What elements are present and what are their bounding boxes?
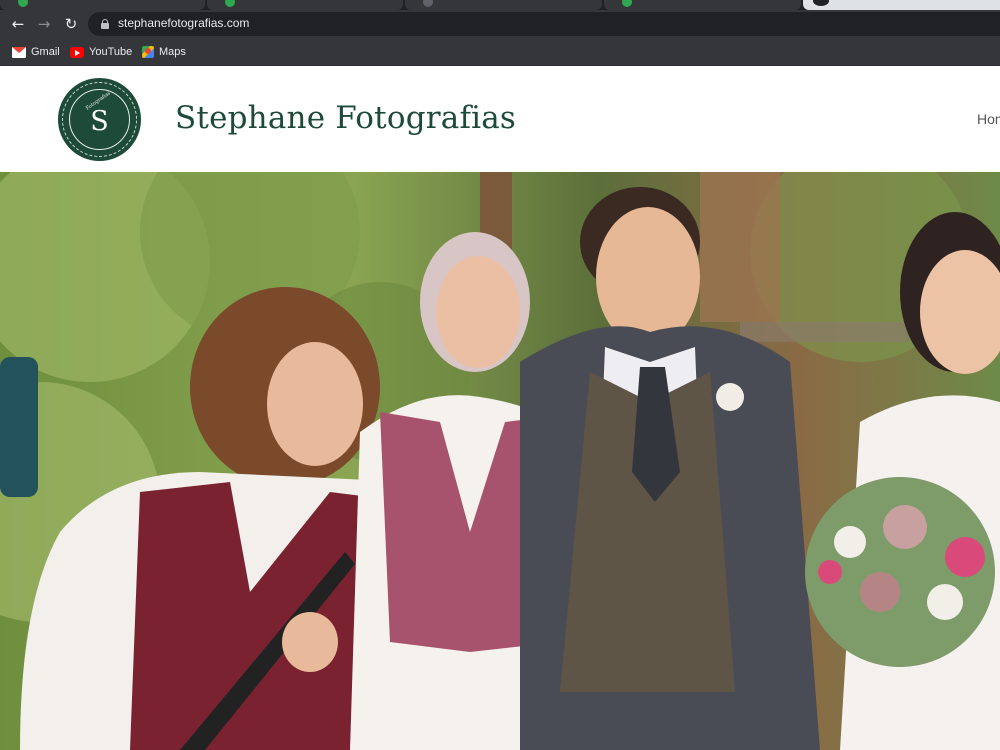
wedding-photo-icon xyxy=(0,172,1000,750)
site-favicon-icon xyxy=(813,0,829,6)
lock-icon[interactable] xyxy=(101,19,109,29)
gmail-icon xyxy=(12,46,26,58)
bookmark-label: YouTube xyxy=(89,46,133,58)
site-title[interactable]: Stephane Fotografias xyxy=(175,100,516,136)
bookmark-label: Gmail xyxy=(31,46,60,58)
nav-home-link[interactable]: Hom xyxy=(977,111,1000,127)
bookmarks-bar: Gmail YouTube Maps xyxy=(0,38,1000,66)
browser-tab[interactable] xyxy=(405,0,602,10)
site-favicon-icon xyxy=(225,0,235,7)
browser-tab-active[interactable] xyxy=(803,0,1000,10)
browser-tab[interactable] xyxy=(0,0,205,10)
bookmark-label: Maps xyxy=(159,46,186,58)
site-header: Fotografias S Stephane Fotografias Hom xyxy=(0,67,1000,172)
reload-icon[interactable]: ↻ xyxy=(61,14,81,34)
bookmark-youtube[interactable]: YouTube xyxy=(70,44,132,60)
url-text[interactable]: stephanefotografias.com xyxy=(118,16,249,30)
hero-photo xyxy=(0,172,1000,750)
bookmark-gmail[interactable]: Gmail xyxy=(12,44,60,60)
site-favicon-icon xyxy=(18,0,28,7)
browser-tab[interactable] xyxy=(207,0,403,10)
address-bar[interactable]: stephanefotografias.com xyxy=(88,12,1000,36)
browser-toolbar: ← → ↻ stephanefotografias.com xyxy=(0,10,1000,38)
maps-icon xyxy=(142,46,154,58)
logo-letter: S xyxy=(90,106,109,137)
youtube-icon xyxy=(70,46,84,58)
site-favicon-icon xyxy=(622,0,632,7)
site-favicon-icon xyxy=(423,0,433,7)
browser-tab[interactable] xyxy=(604,0,801,10)
tab-strip xyxy=(0,0,1000,10)
bookmark-maps[interactable]: Maps xyxy=(142,44,186,60)
site-logo[interactable]: Fotografias S xyxy=(58,78,141,161)
back-arrow-icon[interactable]: ← xyxy=(8,14,28,34)
forward-arrow-icon[interactable]: → xyxy=(34,14,54,34)
